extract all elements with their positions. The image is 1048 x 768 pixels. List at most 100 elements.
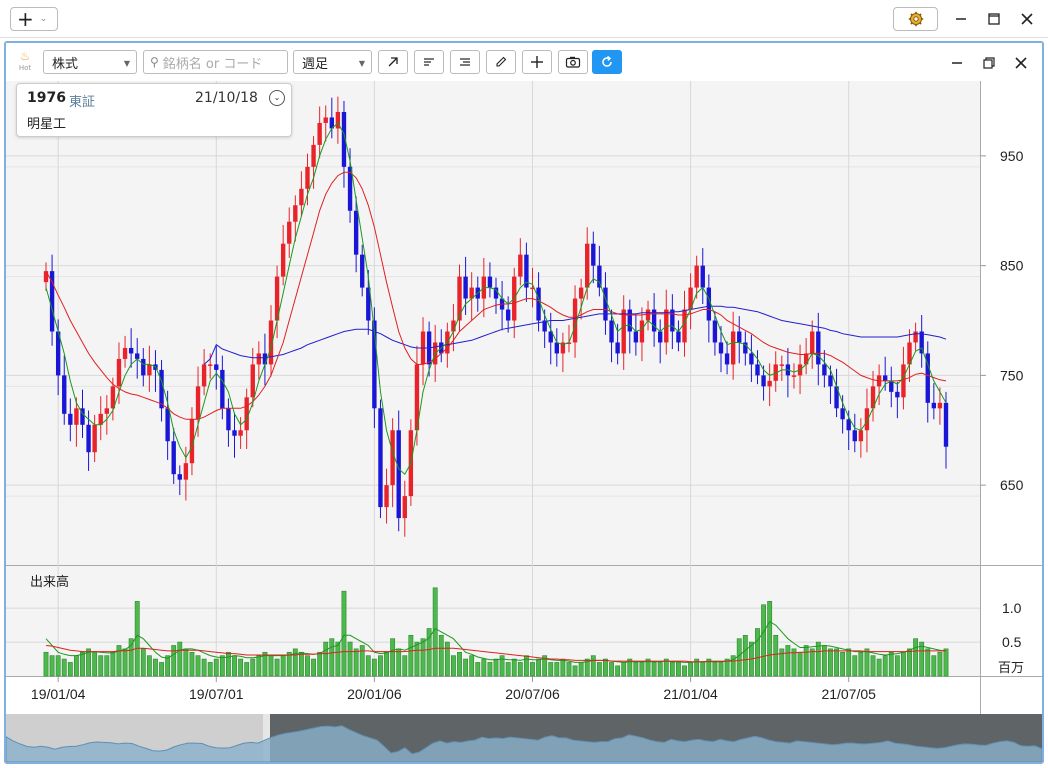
volume-bar <box>201 658 207 677</box>
volume-bar <box>536 658 541 677</box>
settings-button[interactable] <box>893 7 938 31</box>
hot-label: Hot <box>18 64 32 72</box>
volume-bar <box>834 648 839 677</box>
volume-bar <box>305 655 310 677</box>
volume-bar <box>530 662 535 677</box>
candle-body <box>810 331 815 354</box>
candle-body <box>323 117 328 123</box>
candle-body <box>803 353 809 365</box>
refresh-button[interactable] <box>592 50 622 74</box>
add-chart-button[interactable]: + ⌄ <box>10 7 58 31</box>
align-left-button[interactable] <box>414 50 444 74</box>
candle-body <box>487 276 493 288</box>
expand-toggle-icon[interactable]: ⌄ <box>269 90 285 106</box>
volume-bar <box>700 662 706 677</box>
volume-bar <box>676 662 681 677</box>
search-icon: ⚲ <box>150 55 159 69</box>
candle-body <box>858 430 864 442</box>
volume-bar <box>888 651 894 677</box>
volume-bar <box>475 662 481 677</box>
candle-body <box>730 331 736 365</box>
candle-body <box>700 265 705 288</box>
volume-bar <box>846 648 852 677</box>
candle-body <box>165 408 170 442</box>
price-tick-label: 950 <box>1000 148 1024 164</box>
candle-body <box>901 364 906 398</box>
period-select[interactable]: 週足 ▼ <box>293 50 372 74</box>
candle-body <box>597 265 602 288</box>
candle-body <box>171 441 176 475</box>
candle-body <box>937 402 943 409</box>
candle-body <box>913 331 918 343</box>
volume-bar <box>219 655 225 677</box>
candle-body <box>214 364 219 370</box>
volume-bar <box>621 662 627 677</box>
trendline-button[interactable] <box>378 50 408 74</box>
info-date: 21/10/18 <box>195 90 258 106</box>
hot-button[interactable]: ♨ Hot <box>14 49 36 77</box>
close-icon <box>1021 13 1033 25</box>
candle-body <box>864 408 870 431</box>
chart-window: ♨ Hot 株式 ▼ ⚲ 銘柄名 or コード 週足 ▼ 1976 東証 21/… <box>4 41 1044 764</box>
crosshair-button[interactable] <box>522 50 552 74</box>
volume-bar <box>943 648 949 677</box>
candle-body <box>931 402 937 409</box>
camera-icon <box>565 56 581 68</box>
volume-tick-label: 0.5 <box>1002 634 1022 650</box>
symbol-search-input[interactable]: ⚲ 銘柄名 or コード <box>143 50 288 74</box>
candle-body <box>384 485 389 508</box>
volume-bar <box>408 634 414 677</box>
minimize-button[interactable] <box>950 8 972 30</box>
chart-restore-button[interactable] <box>978 53 1000 73</box>
volume-bar <box>633 662 639 677</box>
candle-body <box>591 243 596 266</box>
maximize-icon <box>988 13 1000 25</box>
candle-body <box>639 320 645 343</box>
candle-body <box>633 331 639 343</box>
maximize-button[interactable] <box>983 8 1005 30</box>
candle-body <box>201 364 207 387</box>
volume-bar <box>809 648 815 677</box>
chart-minimize-button[interactable] <box>946 53 968 73</box>
volume-bar <box>451 655 456 677</box>
close-button[interactable] <box>1016 8 1038 30</box>
volume-bar <box>913 638 919 677</box>
volume-bar <box>244 662 250 677</box>
date-tick-label: 20/01/06 <box>347 686 402 702</box>
volume-bar <box>603 658 608 677</box>
navigator[interactable] <box>6 714 1042 762</box>
volume-bar <box>931 655 937 677</box>
volume-bar <box>487 662 493 677</box>
volume-bar <box>609 662 614 677</box>
candle-body <box>141 358 146 376</box>
volume-bar <box>925 648 931 677</box>
candle-body <box>317 122 322 145</box>
candle-body <box>208 364 213 366</box>
volume-bar <box>560 658 566 677</box>
volume-bar <box>171 645 177 677</box>
chart-toolbar: ♨ Hot 株式 ▼ ⚲ 銘柄名 or コード 週足 ▼ <box>6 43 1042 81</box>
align-right-button[interactable] <box>450 50 480 74</box>
volume-bar <box>378 655 383 677</box>
candle-body <box>609 320 614 343</box>
volume-bar <box>682 665 687 677</box>
candle-body <box>220 369 225 409</box>
volume-bar <box>894 655 900 677</box>
stock-chart[interactable]: 650 750 850 950 0.5 1.0 19/01/04 19/07/01 20/01/… <box>6 81 1042 762</box>
volume-bar <box>55 655 61 677</box>
asset-type-select[interactable]: 株式 ▼ <box>43 50 137 74</box>
volume-bar <box>311 658 316 677</box>
gear-icon <box>908 11 923 27</box>
volume-bar <box>67 662 73 677</box>
volume-unit-label: 百万 <box>998 660 1024 675</box>
chart-close-button[interactable] <box>1010 53 1032 73</box>
volume-bar <box>511 658 517 677</box>
volume-bar <box>657 662 663 677</box>
symbol-code: 1976 <box>27 90 66 106</box>
draw-button[interactable] <box>486 50 516 74</box>
candle-body <box>761 375 766 387</box>
arrow-up-right-icon <box>388 57 398 67</box>
volume-bar <box>639 662 645 677</box>
volume-bar <box>183 648 189 677</box>
screenshot-button[interactable] <box>558 50 588 74</box>
